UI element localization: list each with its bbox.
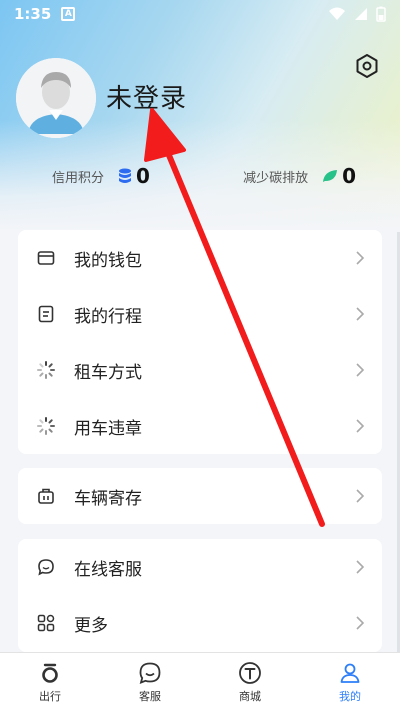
service-icon [139, 662, 161, 684]
default-avatar-icon [16, 58, 96, 138]
chat-icon [36, 557, 56, 577]
carbon-value: 0 [342, 164, 356, 188]
leaf-icon [323, 170, 338, 182]
settings-icon [356, 54, 378, 78]
credit-label: 信用积分 [52, 170, 105, 186]
menu-label: 更多 [74, 615, 108, 636]
credit-score[interactable]: 信用积分 0 [52, 164, 150, 188]
menu-label: 车辆寄存 [74, 488, 142, 509]
chevron-right-icon [356, 251, 365, 265]
menu-card-account: 我的钱包 我的行程 租车方式 用车违章 [18, 230, 382, 454]
loading-spinner-icon [36, 360, 56, 380]
credit-value: 0 [136, 164, 150, 188]
tab-profile[interactable]: 我的 [300, 653, 400, 712]
coin-stack-icon [119, 168, 132, 183]
battery-icon [376, 6, 386, 22]
status-time: 1:35 [14, 5, 52, 23]
tab-service[interactable]: 客服 [100, 653, 200, 712]
login-status[interactable]: 未登录 [106, 78, 187, 115]
notification-icon: A [61, 7, 76, 21]
chevron-right-icon [356, 307, 365, 321]
tab-label: 出行 [39, 690, 61, 703]
menu-item-more[interactable]: 更多 [18, 595, 382, 651]
menu-item-vehicle-storage[interactable]: 车辆寄存 [18, 468, 382, 524]
menu-label: 租车方式 [74, 362, 142, 383]
settings-button[interactable] [354, 53, 380, 79]
signal-icon [355, 8, 367, 20]
tab-label: 商城 [239, 690, 261, 703]
status-icons [328, 6, 386, 22]
menu-item-wallet[interactable]: 我的钱包 [18, 230, 382, 286]
tab-label: 我的 [339, 690, 361, 703]
profile-icon [340, 663, 360, 683]
tab-shop[interactable]: 商城 [200, 653, 300, 712]
chevron-right-icon [356, 419, 365, 433]
carbon-reduction[interactable]: 减少碳排放 0 [243, 164, 356, 188]
menu-item-online-service[interactable]: 在线客服 [18, 539, 382, 595]
menu-label: 我的钱包 [74, 250, 142, 271]
avatar[interactable] [16, 58, 96, 138]
grid-icon [36, 613, 56, 633]
itinerary-icon [36, 304, 56, 324]
menu-card-storage: 车辆寄存 [18, 468, 382, 524]
status-bar: 1:35 A [0, 0, 400, 28]
travel-icon [42, 663, 58, 683]
chevron-right-icon [356, 489, 365, 503]
wifi-icon [329, 7, 345, 20]
chevron-right-icon [356, 363, 365, 377]
tab-label: 客服 [139, 690, 161, 703]
chevron-right-icon [356, 560, 365, 574]
menu-item-itinerary[interactable]: 我的行程 [18, 286, 382, 342]
menu-item-violations[interactable]: 用车违章 [18, 398, 382, 454]
bottom-tab-bar: 出行 客服 商城 我的 [0, 652, 400, 712]
menu-label: 我的行程 [74, 306, 142, 327]
menu-label: 用车违章 [74, 418, 142, 439]
menu-card-support: 在线客服 更多 [18, 539, 382, 652]
shop-icon [239, 662, 261, 684]
menu-item-rental-mode[interactable]: 租车方式 [18, 342, 382, 398]
wallet-icon [36, 248, 56, 268]
carbon-label: 减少碳排放 [243, 170, 309, 186]
chevron-right-icon [356, 616, 365, 630]
loading-spinner-icon [36, 416, 56, 436]
menu-label: 在线客服 [74, 559, 142, 580]
tab-travel[interactable]: 出行 [0, 653, 100, 712]
luggage-icon [36, 486, 56, 506]
